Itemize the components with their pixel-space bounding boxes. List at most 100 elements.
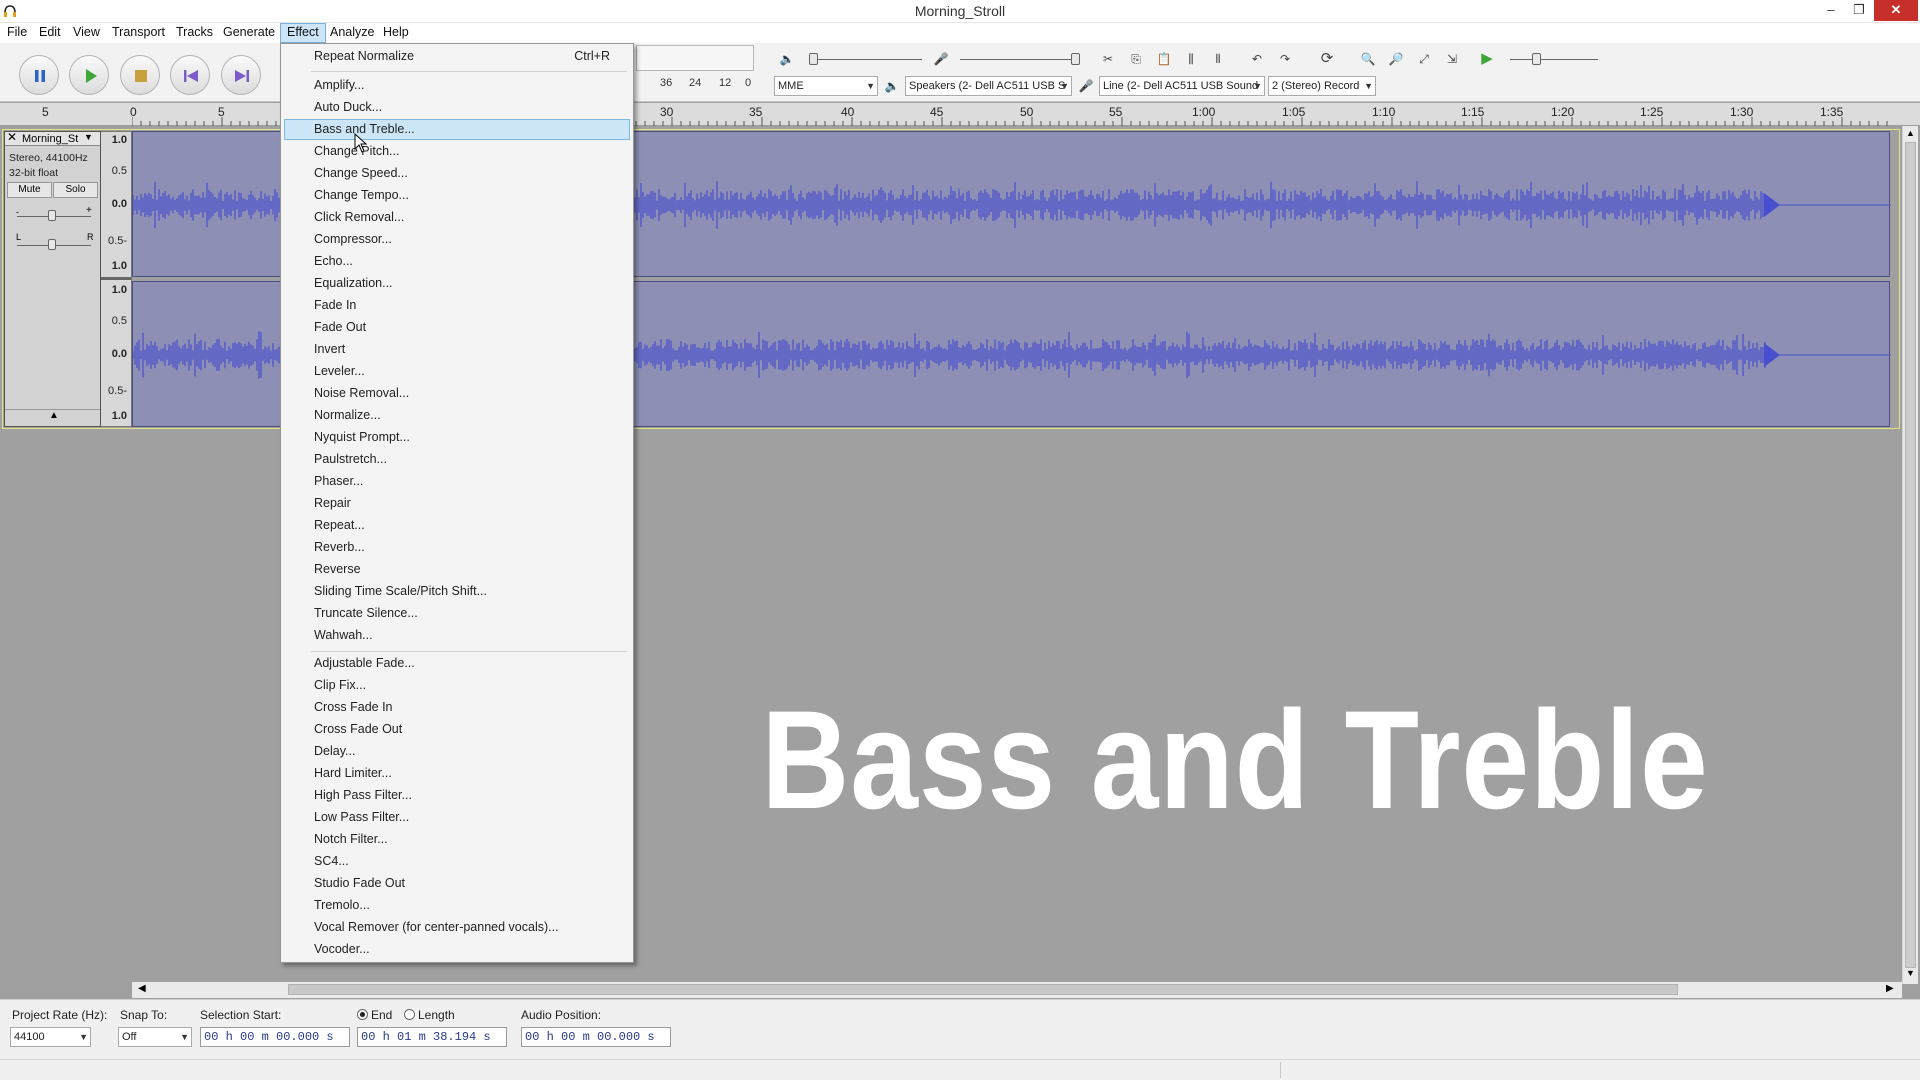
collapse-track-button[interactable]: ▲ bbox=[5, 409, 100, 426]
effect-menu-item-bass-and-treble[interactable]: Bass and Treble... bbox=[284, 119, 630, 140]
effect-menu-item-wahwah[interactable]: Wahwah... bbox=[284, 625, 630, 646]
track-close-icon[interactable]: ✕ bbox=[7, 130, 17, 144]
end-radio-button[interactable] bbox=[357, 1009, 368, 1020]
effect-menu-item-vocal-remover-for-center-panned-vocals[interactable]: Vocal Remover (for center-panned vocals)… bbox=[284, 917, 630, 938]
menu-generate[interactable]: Generate bbox=[217, 23, 281, 43]
horizontal-scrollbar[interactable]: ◀ ▶ bbox=[132, 982, 1902, 998]
menu-tracks[interactable]: Tracks bbox=[170, 23, 219, 43]
menu-file[interactable]: File bbox=[1, 23, 33, 43]
snap-to-select[interactable]: Off ▼ bbox=[118, 1027, 192, 1047]
playback-volume-slider[interactable] bbox=[810, 59, 922, 60]
scroll-left-icon[interactable]: ◀ bbox=[138, 983, 146, 994]
trim-icon[interactable]: ⫼ bbox=[1180, 48, 1202, 70]
effect-menu-item-echo[interactable]: Echo... bbox=[284, 251, 630, 272]
scroll-down-icon[interactable]: ▼ bbox=[1906, 968, 1915, 978]
vertical-scroll-thumb[interactable] bbox=[1905, 142, 1916, 968]
paste-icon[interactable]: 📋 bbox=[1153, 48, 1175, 70]
menu-effect[interactable]: Effect bbox=[280, 23, 326, 43]
effect-menu-item-cross-fade-in[interactable]: Cross Fade In bbox=[284, 697, 630, 718]
effect-menu-item-truncate-silence[interactable]: Truncate Silence... bbox=[284, 603, 630, 624]
effect-menu-item-noise-removal[interactable]: Noise Removal... bbox=[284, 383, 630, 404]
length-radio[interactable]: Length bbox=[404, 1008, 455, 1022]
play-at-speed-icon[interactable]: ▶ bbox=[1476, 48, 1498, 70]
track-control-panel[interactable]: ✕ Morning_St ▼ Stereo, 44100Hz 32-bit fl… bbox=[4, 130, 101, 427]
solo-button[interactable]: Solo bbox=[53, 182, 98, 198]
recording-volume-slider[interactable] bbox=[960, 59, 1078, 60]
close-icon[interactable]: ✕ bbox=[1874, 0, 1918, 21]
pause-icon[interactable] bbox=[19, 55, 59, 95]
menu-analyze[interactable]: Analyze bbox=[324, 23, 380, 43]
selection-start-field[interactable]: 00 h 00 m 00.000 s bbox=[200, 1027, 350, 1047]
cut-icon[interactable]: ✂ bbox=[1097, 48, 1119, 70]
redo-icon[interactable]: ↷ bbox=[1274, 48, 1296, 70]
effect-menu-item-repeat-normalize[interactable]: Repeat Normalize Ctrl+R bbox=[284, 46, 630, 67]
effect-menu-item-paulstretch[interactable]: Paulstretch... bbox=[284, 449, 630, 470]
effect-menu-item-invert[interactable]: Invert bbox=[284, 339, 630, 360]
menu-transport[interactable]: Transport bbox=[106, 23, 171, 43]
vertical-scale[interactable]: 1.0 0.5 0.0 0.5- 1.0 1.0 0.5 0.0 0.5- 1.… bbox=[101, 131, 132, 427]
effect-menu-item-leveler[interactable]: Leveler... bbox=[284, 361, 630, 382]
minimize-icon[interactable]: – bbox=[1816, 0, 1846, 21]
effect-menu-item-equalization[interactable]: Equalization... bbox=[284, 273, 630, 294]
effect-menu-item-repeat[interactable]: Repeat... bbox=[284, 515, 630, 536]
recording-volume-thumb[interactable] bbox=[1071, 53, 1080, 65]
effect-menu-item-sc4[interactable]: SC4... bbox=[284, 851, 630, 872]
play-speed-slider[interactable] bbox=[1510, 59, 1598, 60]
effect-menu-item-clip-fix[interactable]: Clip Fix... bbox=[284, 675, 630, 696]
project-rate-select[interactable]: 44100 ▼ bbox=[10, 1027, 91, 1047]
audio-position-field[interactable]: 00 h 00 m 00.000 s bbox=[521, 1027, 671, 1047]
play-icon[interactable] bbox=[69, 55, 109, 95]
stop-icon[interactable] bbox=[120, 55, 160, 95]
effect-menu-item-tremolo[interactable]: Tremolo... bbox=[284, 895, 630, 916]
menu-edit[interactable]: Edit bbox=[33, 23, 67, 43]
effect-menu-item-fade-out[interactable]: Fade Out bbox=[284, 317, 630, 338]
selection-end-field[interactable]: 00 h 01 m 38.194 s bbox=[357, 1027, 507, 1047]
effect-menu-item-nyquist-prompt[interactable]: Nyquist Prompt... bbox=[284, 427, 630, 448]
effect-menu-item-change-pitch[interactable]: Change Pitch... bbox=[284, 141, 630, 162]
end-radio[interactable]: End bbox=[357, 1008, 392, 1022]
effect-menu-item-reverse[interactable]: Reverse bbox=[284, 559, 630, 580]
play-speed-thumb[interactable] bbox=[1532, 53, 1541, 65]
skip-to-start-icon[interactable] bbox=[170, 55, 210, 95]
record-meter[interactable] bbox=[636, 45, 754, 71]
length-radio-button[interactable] bbox=[404, 1009, 415, 1020]
playback-device-select[interactable]: Speakers (2- Dell AC511 USB S ▼ bbox=[905, 76, 1072, 96]
menu-help[interactable]: Help bbox=[377, 23, 415, 43]
track-name[interactable]: Morning_St bbox=[22, 133, 78, 145]
horizontal-scroll-thumb[interactable] bbox=[288, 984, 1678, 995]
menu-view[interactable]: View bbox=[67, 23, 106, 43]
scroll-up-icon[interactable]: ▲ bbox=[1906, 128, 1915, 138]
fit-selection-icon[interactable]: ⤢ bbox=[1413, 48, 1435, 70]
zoom-out-icon[interactable]: 🔎 bbox=[1385, 48, 1407, 70]
effect-menu-item-amplify[interactable]: Amplify... bbox=[284, 75, 630, 96]
effect-menu-item-hard-limiter[interactable]: Hard Limiter... bbox=[284, 763, 630, 784]
restore-icon[interactable]: ❐ bbox=[1844, 0, 1874, 21]
effect-menu-item-reverb[interactable]: Reverb... bbox=[284, 537, 630, 558]
fit-project-icon[interactable]: ⇲ bbox=[1441, 48, 1463, 70]
effect-menu-item-compressor[interactable]: Compressor... bbox=[284, 229, 630, 250]
effect-menu-item-repair[interactable]: Repair bbox=[284, 493, 630, 514]
mute-button[interactable]: Mute bbox=[7, 182, 52, 198]
undo-icon[interactable]: ↶ bbox=[1246, 48, 1268, 70]
effect-menu-item-phaser[interactable]: Phaser... bbox=[284, 471, 630, 492]
copy-icon[interactable]: ⎘ bbox=[1125, 48, 1147, 70]
playback-volume-thumb[interactable] bbox=[809, 53, 818, 65]
effect-menu-item-click-removal[interactable]: Click Removal... bbox=[284, 207, 630, 228]
effect-menu-item-low-pass-filter[interactable]: Low Pass Filter... bbox=[284, 807, 630, 828]
effect-menu-item-high-pass-filter[interactable]: High Pass Filter... bbox=[284, 785, 630, 806]
recording-device-select[interactable]: Line (2- Dell AC511 USB Sound ▼ bbox=[1099, 76, 1265, 96]
effect-menu-item-studio-fade-out[interactable]: Studio Fade Out bbox=[284, 873, 630, 894]
effect-menu-item-normalize[interactable]: Normalize... bbox=[284, 405, 630, 426]
effect-menu-item-notch-filter[interactable]: Notch Filter... bbox=[284, 829, 630, 850]
skip-to-end-icon[interactable] bbox=[221, 55, 261, 95]
effect-menu-item-delay[interactable]: Delay... bbox=[284, 741, 630, 762]
effect-menu-item-sliding-time-scale-pitch-shift[interactable]: Sliding Time Scale/Pitch Shift... bbox=[284, 581, 630, 602]
audio-host-select[interactable]: MME ▼ bbox=[774, 76, 878, 96]
chevron-down-icon[interactable]: ▼ bbox=[84, 132, 93, 142]
effect-menu-item-adjustable-fade[interactable]: Adjustable Fade... bbox=[284, 653, 630, 674]
sync-lock-icon[interactable]: ⟳ bbox=[1316, 48, 1338, 70]
zoom-in-icon[interactable]: 🔍 bbox=[1357, 48, 1379, 70]
effect-menu-item-cross-fade-out[interactable]: Cross Fade Out bbox=[284, 719, 630, 740]
effect-menu-item-change-speed[interactable]: Change Speed... bbox=[284, 163, 630, 184]
effect-menu-item-vocoder[interactable]: Vocoder... bbox=[284, 939, 630, 960]
